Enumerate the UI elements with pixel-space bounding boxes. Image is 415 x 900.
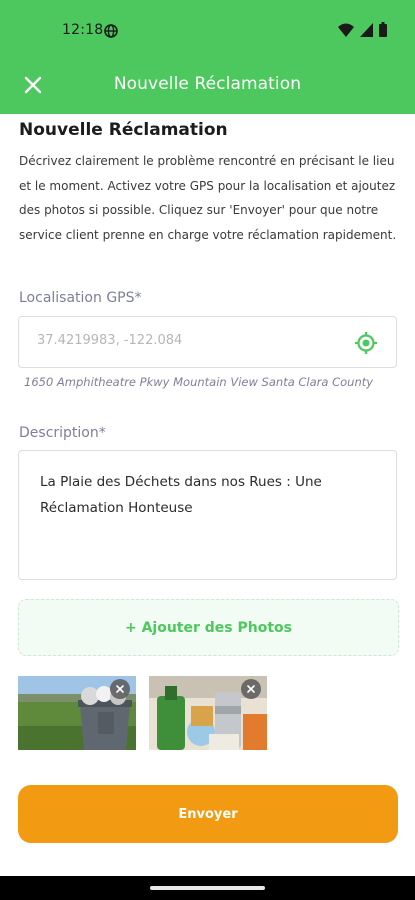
description-label: Description* [19, 425, 106, 441]
status-time: 12:18 [62, 22, 104, 38]
battery-icon [379, 21, 387, 41]
gps-coordinates: 37.4219983, -122.084 [37, 333, 183, 348]
status-bar: 12:18 [0, 0, 415, 62]
app-bar: Nouvelle Réclamation [0, 62, 415, 114]
add-photos-button[interactable]: + Ajouter des Photos [18, 599, 399, 656]
system-navigation-bar [0, 876, 415, 900]
description-textarea[interactable]: La Plaie des Déchets dans nos Rues : Une… [18, 450, 397, 580]
form-title: Nouvelle Réclamation [19, 120, 228, 140]
globe-icon [104, 23, 118, 38]
gps-address: 1650 Amphitheatre Pkwy Mountain View San… [24, 375, 374, 389]
status-icons [338, 21, 387, 41]
remove-photo-button[interactable] [241, 679, 261, 699]
gps-field[interactable]: 37.4219983, -122.084 [18, 316, 397, 368]
remove-photo-button[interactable] [110, 679, 130, 699]
wifi-icon [338, 22, 354, 41]
form-instructions: Décrivez clairement le problème rencontr… [19, 154, 397, 242]
app-bar-title: Nouvelle Réclamation [113, 74, 302, 94]
send-button[interactable]: Envoyer [18, 785, 398, 843]
photo-thumbnail-trash[interactable] [18, 676, 136, 750]
form-scroll-area[interactable]: Nouvelle Réclamation Décrivez clairement… [0, 114, 415, 750]
home-gesture-handle[interactable] [150, 886, 265, 890]
signal-icon [360, 22, 373, 41]
description-text: La Plaie des Déchets dans nos Rues : Une… [40, 474, 322, 516]
gps-label: Localisation GPS* [19, 290, 142, 306]
bottom-action-bar: Envoyer [0, 750, 415, 876]
gps-target-icon[interactable] [354, 331, 378, 355]
photo-thumbnail-recyclables[interactable] [149, 676, 267, 750]
